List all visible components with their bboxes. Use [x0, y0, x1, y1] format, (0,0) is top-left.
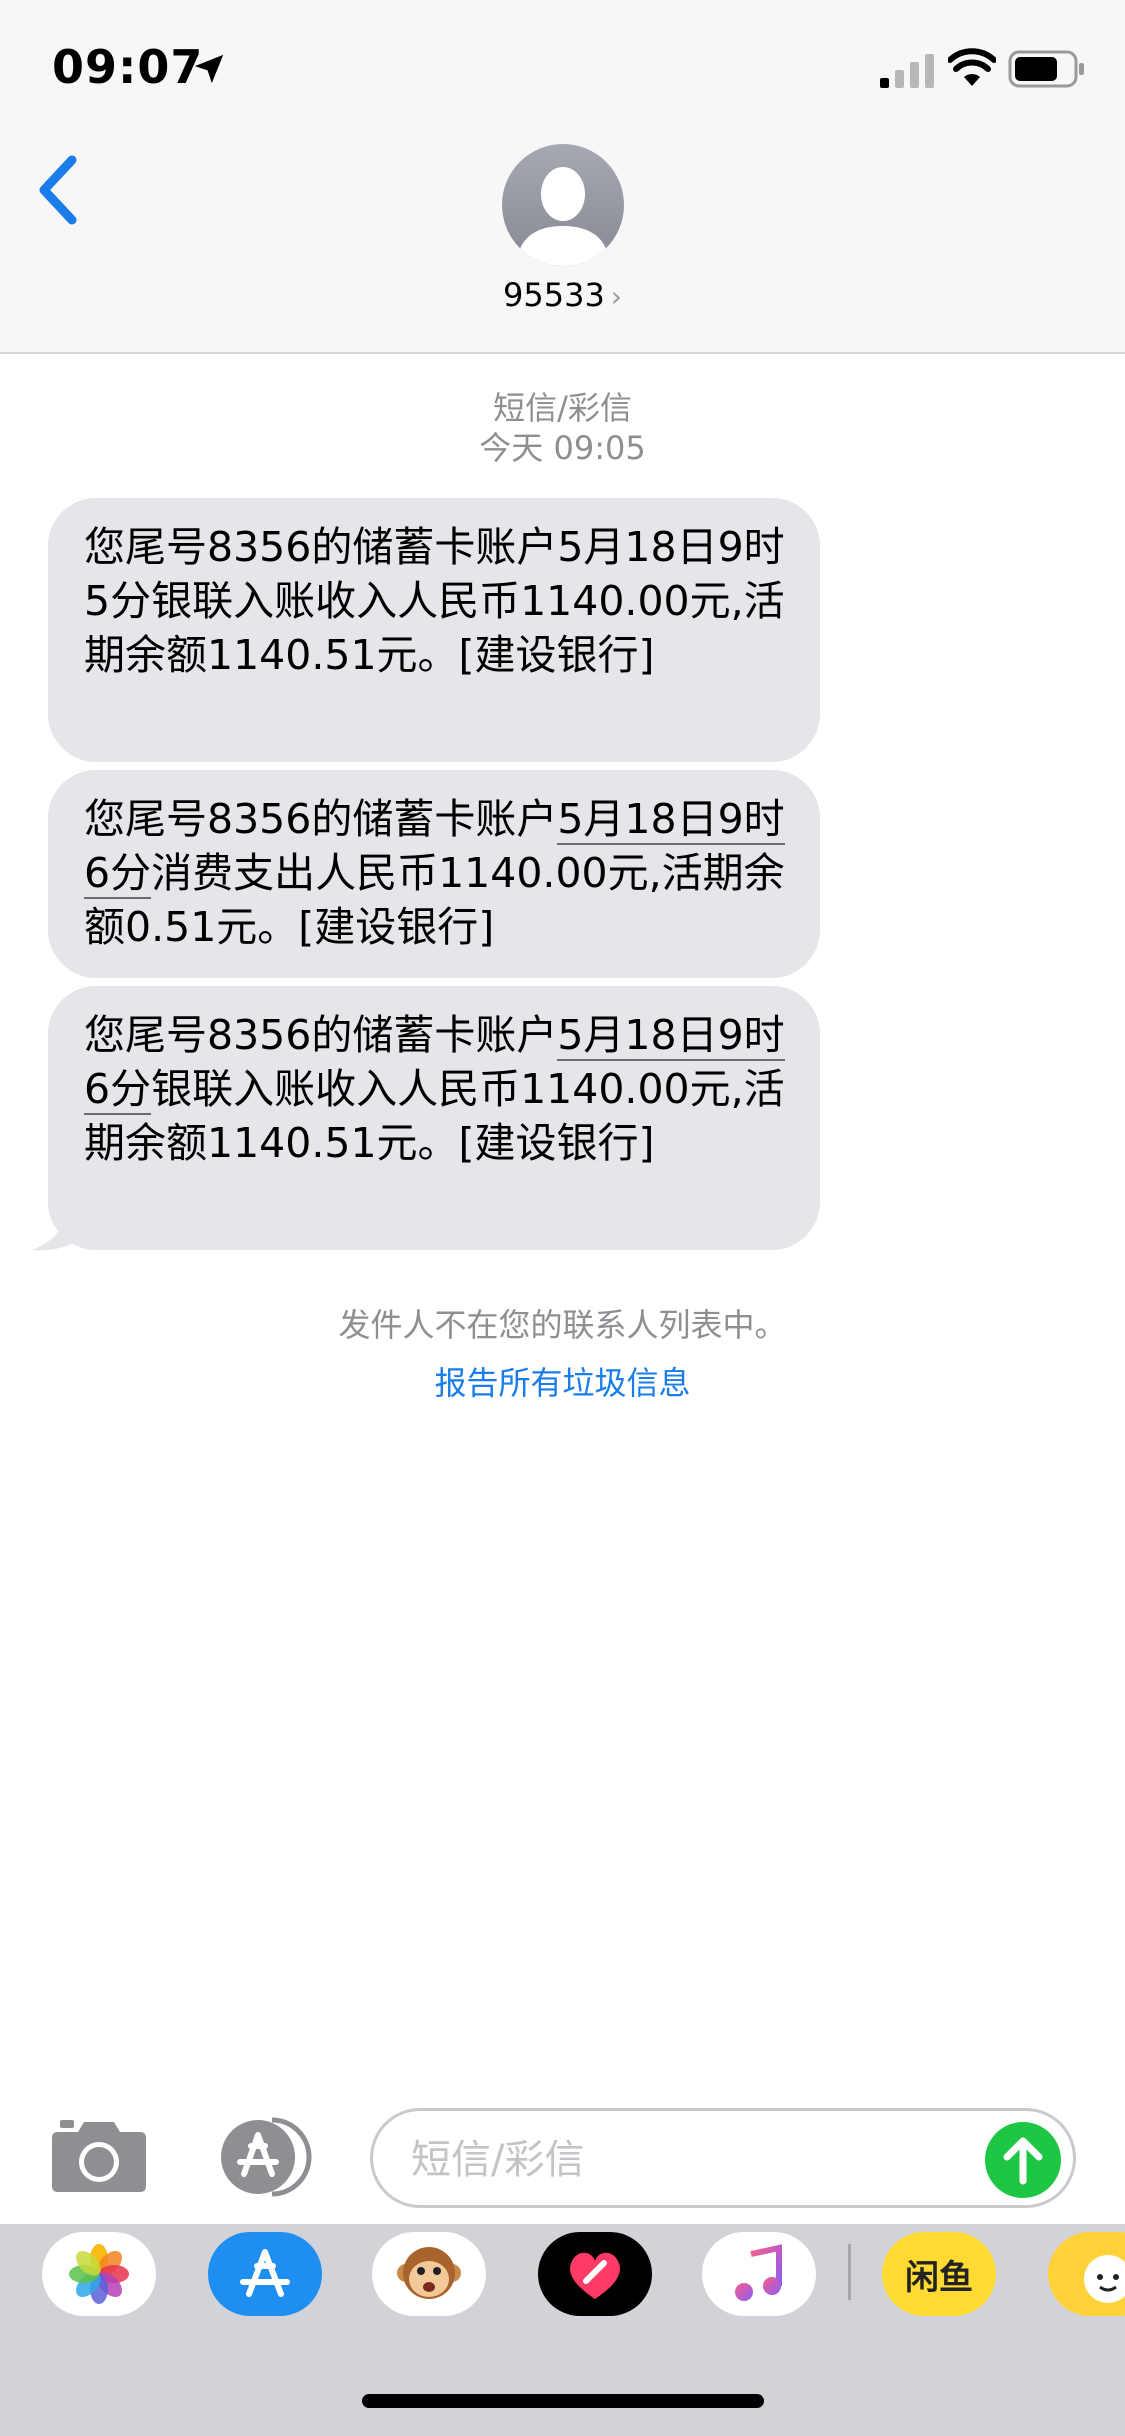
- animoji-app[interactable]: [372, 2232, 486, 2316]
- app-store-app[interactable]: [208, 2232, 322, 2316]
- send-button[interactable]: [985, 2122, 1061, 2198]
- location-arrow-icon: [194, 54, 224, 84]
- message-composer[interactable]: [370, 2108, 1076, 2208]
- message-bubble[interactable]: 您尾号8356的储蓄卡账户5月18日9时5分银联入账收入人民币1140.00元,…: [48, 498, 820, 762]
- xianyu-app[interactable]: 闲鱼: [882, 2232, 996, 2316]
- nav-header: 09:07 95533 ›: [0, 0, 1125, 354]
- camera-icon[interactable]: [50, 2118, 148, 2194]
- message-timestamp: 今天 09:05: [479, 429, 646, 467]
- cellular-signal-icon: [880, 54, 934, 88]
- wifi-icon: [948, 48, 996, 86]
- message-bubble[interactable]: 您尾号8356的储蓄卡账户5月18日9时6分银联入账收入人民币1140.00元,…: [48, 986, 820, 1250]
- partial-app[interactable]: [1048, 2232, 1125, 2316]
- contact-name[interactable]: 95533 ›: [0, 276, 1125, 314]
- app-store-icon: [240, 2249, 290, 2297]
- digital-touch-icon: [570, 2252, 620, 2299]
- thread-meta: 短信/彩信 今天 09:05: [0, 388, 1125, 468]
- report-junk-link[interactable]: 报告所有垃圾信息: [0, 1358, 1125, 1404]
- message-input[interactable]: [409, 2129, 973, 2191]
- contact-chevron-icon: ›: [610, 280, 622, 313]
- partial-app-icon: [1084, 2255, 1125, 2303]
- message-type-label: 短信/彩信: [493, 389, 632, 427]
- message-text: 您尾号8356的储蓄卡账户: [84, 795, 558, 843]
- message-bubble[interactable]: 您尾号8356的储蓄卡账户5月18日9时6分消费支出人民币1140.00元,活期…: [48, 770, 820, 978]
- xianyu-icon: 闲鱼: [905, 2257, 973, 2298]
- message-text: 您尾号8356的储蓄卡账户: [84, 1011, 558, 1059]
- photos-app[interactable]: [42, 2232, 156, 2316]
- back-chevron-icon[interactable]: [30, 150, 90, 230]
- digital-touch-app[interactable]: [538, 2232, 652, 2316]
- animoji-icon: [397, 2247, 461, 2299]
- contact-number[interactable]: 95533: [503, 276, 605, 314]
- bubble-tail: [32, 1200, 88, 1251]
- contact-avatar[interactable]: [502, 144, 624, 266]
- status-time: 09:07: [52, 40, 204, 94]
- message-text: 银联入账收入人民币1140.00元,活期余额1140.51元。[建设银行]: [84, 1065, 785, 1167]
- music-app[interactable]: [702, 2232, 816, 2316]
- photos-icon: [69, 2244, 129, 2304]
- message-text: 消费支出人民币1140.00元,活期余额0.51元。[建设银行]: [84, 849, 785, 951]
- message-text: 您尾号8356的储蓄卡账户5月18日9时5分银联入账收入人民币1140.00元,…: [84, 523, 785, 679]
- music-icon: [735, 2244, 782, 2301]
- battery-icon: [1008, 50, 1084, 88]
- home-indicator[interactable]: [362, 2394, 764, 2408]
- drawer-divider: [848, 2244, 851, 2300]
- unknown-sender-notice: 发件人不在您的联系人列表中。: [338, 1306, 787, 1344]
- app-drawer-toggle-icon[interactable]: [210, 2116, 320, 2198]
- send-arrow-icon: [1003, 2137, 1043, 2185]
